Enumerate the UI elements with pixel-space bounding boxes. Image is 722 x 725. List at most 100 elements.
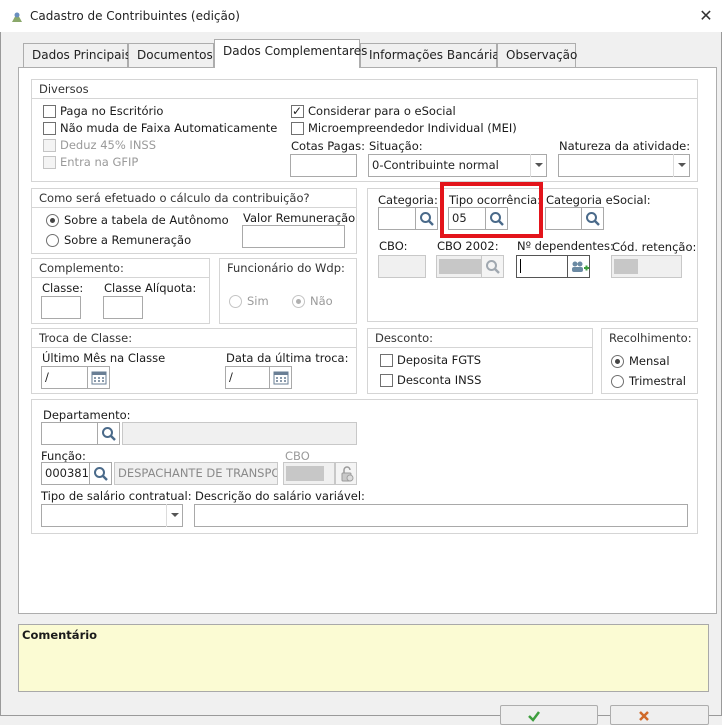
data-troca-label: Data da última troca: [226,351,349,365]
entra-gfip-checkbox[interactable] [43,156,56,169]
cbo-label: CBO: [379,239,408,253]
deduz-inss-label: Deduz 45% INSS [60,138,157,152]
calendar-icon [273,371,289,385]
deposita-fgts-label: Deposita FGTS [397,353,482,367]
paga-escritorio-checkbox[interactable] [43,105,56,118]
diversos-header: Diversos [32,80,697,99]
tab-documentos[interactable]: Documentos [128,43,214,67]
departamento-desc-input[interactable] [122,422,357,445]
funcionario-wdp-group: Funcionário do Wdp: [219,258,357,324]
radio-mensal[interactable] [611,355,624,368]
departamento-search-button[interactable] [98,422,120,445]
radio-wdp-nao[interactable] [292,295,305,308]
complemento-header: Complemento: [32,259,209,278]
tipo-salario-select[interactable] [41,504,183,527]
radio-trimestral[interactable] [611,375,624,388]
funcao-cbo-lock-button[interactable] [335,462,357,485]
search-icon [586,212,600,226]
classe-input[interactable] [41,296,81,319]
entra-gfip-label: Entra na GFIP [60,155,139,169]
cancel-icon [639,711,649,721]
data-troca-calendar-button[interactable] [270,366,292,389]
paga-escritorio-label: Paga no Escritório [60,104,164,118]
categoria-esocial-input[interactable] [545,207,582,230]
trimestral-label: Trimestral [629,374,687,388]
tab-informacoes-bancarias[interactable]: Informações Bancárias [360,43,506,67]
funcao-desc-input[interactable]: DESPACHANTE DE TRANSPOR [114,462,278,485]
deposita-fgts-checkbox[interactable] [380,354,393,367]
tipo-salario-chevron-down-icon[interactable] [166,504,182,527]
natureza-select[interactable] [558,154,690,177]
desc-salario-label: Descrição do salário variável: [195,489,365,503]
radio-wdp-sim[interactable] [229,295,242,308]
tipo-salario-label: Tipo de salário contratual: [41,489,192,503]
ultimo-mes-label: Último Mês na Classe [42,351,166,365]
mensal-label: Mensal [629,354,670,368]
cbo2002-label: CBO 2002: [437,239,499,253]
radio-sobre-remuneracao[interactable] [46,234,59,247]
check-icon [528,711,540,722]
wdp-nao-label: Não [310,294,333,308]
sobre-remuneracao-label: Sobre a Remuneração [64,233,192,247]
desc-salario-input[interactable] [194,504,688,527]
search-icon [420,212,434,226]
ultimo-mes-calendar-button[interactable] [88,366,110,389]
considerar-esocial-checkbox[interactable] [291,103,304,119]
tab-dados-complementares[interactable]: Dados Complementares [214,39,367,68]
departamento-input[interactable] [41,422,98,445]
categoria-input[interactable] [378,207,416,230]
close-icon[interactable]: ✕ [697,7,715,25]
categoria-esocial-search-button[interactable] [582,207,604,230]
categoria-search-button[interactable] [416,207,438,230]
desconta-inss-label: Desconta INSS [397,373,482,387]
cotas-pagas-input[interactable] [290,154,357,177]
data-troca-input[interactable]: / [225,366,270,389]
funcionario-wdp-header: Funcionário do Wdp: [227,261,345,275]
deduz-inss-checkbox[interactable] [43,139,56,152]
wdp-sim-label: Sim [247,294,269,308]
sobre-tabela-label: Sobre a tabela de Autônomo [64,213,229,227]
classe-label: Classe: [42,281,84,295]
cbo2002-search-button[interactable] [482,255,504,278]
lock-icon [341,466,354,482]
cbo-input[interactable] [378,255,426,278]
situacao-select[interactable]: 0-Contribuinte normal [368,154,547,177]
situacao-value: 0-Contribuinte normal [372,158,499,172]
valor-remuneracao-input[interactable] [242,225,345,248]
radio-sobre-tabela[interactable] [46,214,59,227]
comentario-textarea[interactable] [18,624,709,692]
cod-retencao-label: Cód. retenção: [612,240,697,254]
text-cursor [520,259,521,273]
desconta-inss-checkbox[interactable] [380,374,393,387]
dependentes-input[interactable] [516,255,568,278]
tab-observacao[interactable]: Observação [497,43,577,67]
valor-remuneracao-label: Valor Remuneração [243,211,356,225]
funcao-cbo-label: CBO [285,449,310,463]
tab-dados-principais[interactable]: Dados Principais [23,43,131,67]
cancel-button[interactable] [610,705,709,725]
natureza-chevron-down-icon[interactable] [673,154,689,177]
funcao-code-input[interactable]: 000381 [41,462,90,485]
calendar-icon [91,371,107,385]
funcao-search-button[interactable] [90,462,112,485]
nao-muda-faixa-checkbox[interactable] [43,122,56,135]
save-button[interactable] [500,705,598,725]
categoria-esocial-label: Categoria eSocial: [546,193,651,207]
cotas-pagas-label: Cotas Pagas: [291,139,365,153]
comentario-label: Comentário [22,628,98,642]
natureza-label: Natureza da atividade: [559,139,691,153]
dependentes-button[interactable] [568,255,590,278]
ultimo-mes-input[interactable]: / [41,366,88,389]
considerar-esocial-label: Considerar para o eSocial [308,104,456,118]
mei-checkbox[interactable] [291,122,304,135]
search-icon [486,260,500,274]
classe-aliquota-input[interactable] [103,296,143,319]
nao-muda-faixa-label: Não muda de Faixa Automaticamente [60,121,278,135]
search-icon [94,467,108,481]
situacao-label: Situação: [369,139,423,153]
classe-aliquota-label: Classe Alíquota: [104,281,197,295]
situacao-chevron-down-icon[interactable] [530,154,546,177]
desconto-header: Desconto: [368,329,592,348]
cbo2002-fill [439,259,481,274]
categoria-label: Categoria: [378,193,438,207]
